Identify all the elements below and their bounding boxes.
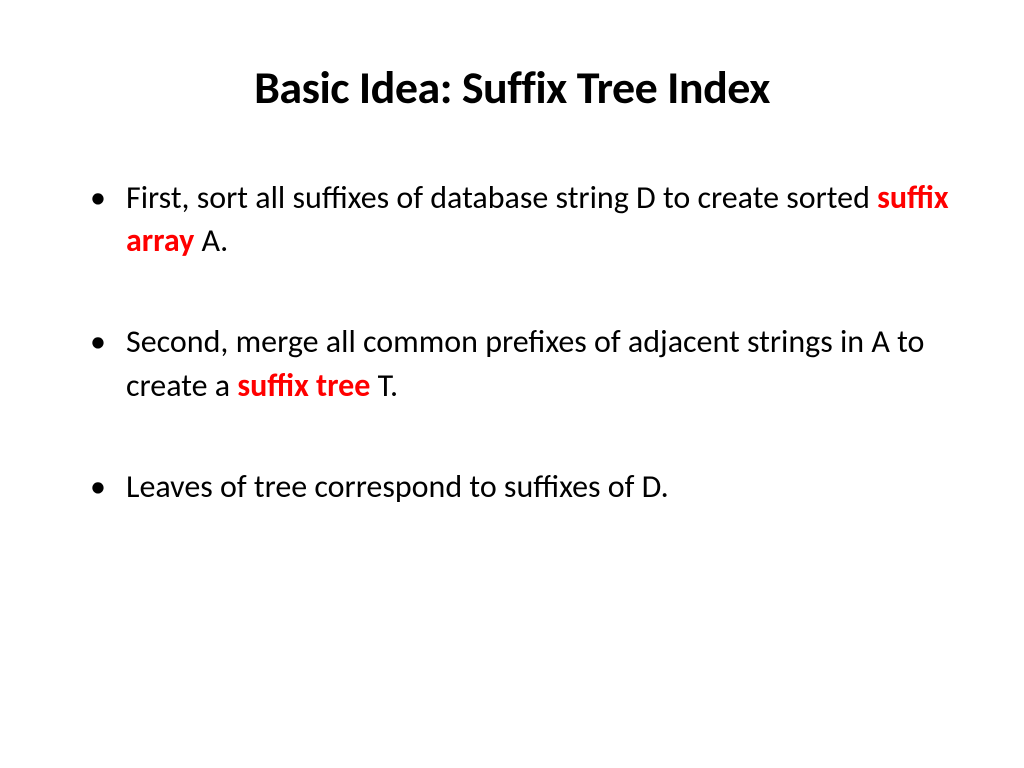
- bullet-text-post: T.: [370, 366, 398, 405]
- bullet-list: First, sort all suffixes of database str…: [70, 176, 954, 508]
- bullet-text-pre: Leaves of tree correspond to suffixes of…: [126, 467, 669, 506]
- slide-title: Basic Idea: Suffix Tree Index: [70, 60, 954, 116]
- list-item: Leaves of tree correspond to suffixes of…: [70, 465, 954, 508]
- bullet-highlight: suffix tree: [237, 366, 370, 405]
- bullet-text-pre: First, sort all suffixes of database str…: [126, 178, 877, 217]
- list-item: First, sort all suffixes of database str…: [70, 176, 954, 262]
- bullet-text-post: A.: [194, 221, 228, 260]
- list-item: Second, merge all common prefixes of adj…: [70, 320, 954, 406]
